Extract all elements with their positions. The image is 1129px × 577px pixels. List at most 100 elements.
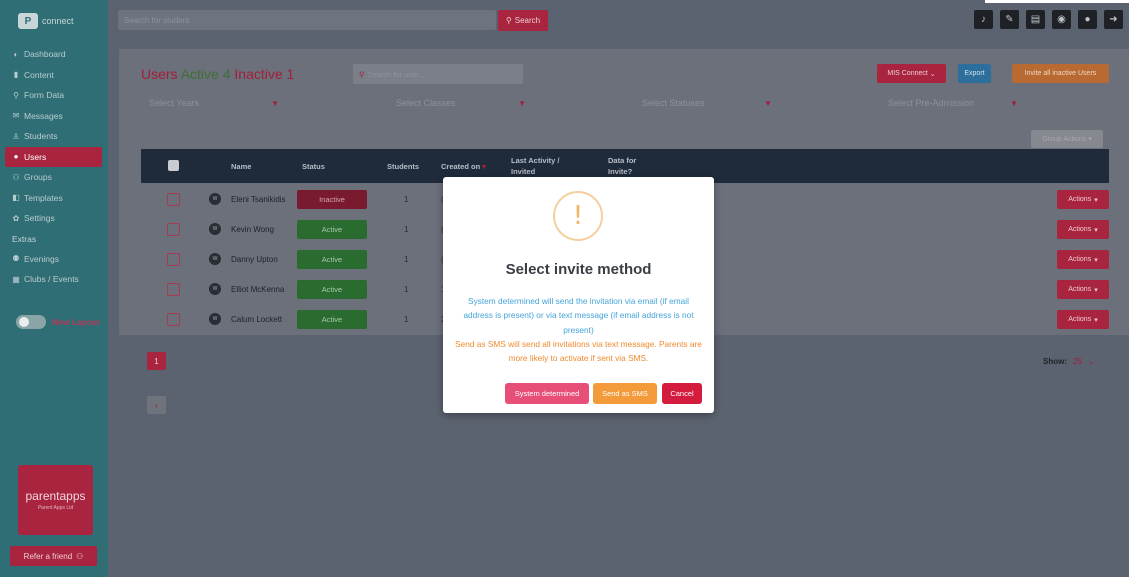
select-all-checkbox[interactable] bbox=[168, 160, 179, 171]
parentapps-logo: parentapps Parent Apps Ltd bbox=[18, 465, 93, 535]
user-name[interactable]: Eleni Tsanikidis bbox=[231, 195, 286, 204]
status-badge: Active bbox=[297, 250, 367, 269]
system-determined-button[interactable]: System determined bbox=[505, 383, 589, 404]
topbar: Search for student ⚲ Search ♪ ✎ ▤ ◉ ● ➜ bbox=[108, 0, 1129, 40]
user-edit-icon[interactable]: ✎ bbox=[1000, 10, 1019, 29]
user-name[interactable]: Elliot McKenna bbox=[231, 285, 284, 294]
current-page-button[interactable]: 1 bbox=[147, 352, 166, 370]
status-badge: Inactive bbox=[297, 190, 367, 209]
groups-icon: ⚇ bbox=[12, 172, 20, 182]
col-created[interactable]: Created on ▾ bbox=[441, 162, 486, 171]
invite-method-modal: ! Select invite method System determined… bbox=[443, 177, 714, 413]
user-name[interactable]: Calum Lockett bbox=[231, 315, 282, 324]
actions-label: Actions bbox=[1068, 256, 1092, 263]
search-icon: ⚲ bbox=[505, 16, 512, 25]
people-icon: ⚇ bbox=[76, 551, 84, 561]
invite-inactive-button[interactable]: Invite all inactive Users bbox=[1012, 64, 1109, 83]
sidebar-item-clubs-events[interactable]: ▦ Clubs / Events bbox=[0, 269, 108, 290]
sidebar-item-templates[interactable]: ◧ Templates bbox=[0, 188, 108, 209]
actions-button[interactable]: Actions ▾ bbox=[1057, 310, 1109, 329]
id-card-icon[interactable]: ▤ bbox=[1026, 10, 1045, 29]
user-search-input[interactable]: ⚲ Search for user... bbox=[353, 64, 523, 84]
caret-down-icon: ▼ bbox=[1010, 98, 1018, 108]
people-icon: ⚉ bbox=[12, 254, 20, 264]
modal-sms-description: Send as SMS will send all invitations vi… bbox=[455, 338, 702, 364]
select-classes[interactable]: Select Classes ▼ bbox=[396, 95, 526, 111]
page-title: Users Active 4 Inactive 1 bbox=[141, 66, 294, 82]
search-button[interactable]: ⚲ Search bbox=[498, 10, 548, 31]
sidebar-item-label: Templates bbox=[24, 192, 63, 203]
calendar-icon: ▦ bbox=[12, 274, 20, 284]
logout-icon[interactable]: ➜ bbox=[1104, 10, 1123, 29]
export-button[interactable]: Export bbox=[958, 64, 991, 83]
logo-icon: P bbox=[18, 13, 38, 29]
row-checkbox[interactable] bbox=[167, 283, 180, 296]
row-checkbox[interactable] bbox=[167, 313, 180, 326]
send-as-sms-button[interactable]: Send as SMS bbox=[593, 383, 657, 404]
sidebar-item-students[interactable]: ♙ Students bbox=[0, 126, 108, 147]
sidebar-item-groups[interactable]: ⚇ Groups bbox=[0, 167, 108, 188]
form-icon: ⚲ bbox=[13, 90, 19, 100]
actions-button[interactable]: Actions ▾ bbox=[1057, 280, 1109, 299]
caret-down-icon: ▼ bbox=[518, 98, 526, 108]
actions-label: Actions bbox=[1068, 226, 1092, 233]
row-checkbox[interactable] bbox=[167, 253, 180, 266]
support-icon[interactable]: ◉ bbox=[1052, 10, 1071, 29]
sidebar-item-content[interactable]: ▮ Content bbox=[0, 65, 108, 86]
content-icon: ▮ bbox=[13, 70, 19, 80]
status-badge: Active bbox=[297, 310, 367, 329]
user-name[interactable]: Danny Upton bbox=[231, 255, 278, 264]
col-name[interactable]: Name bbox=[231, 162, 251, 171]
new-layout-toggle[interactable] bbox=[16, 315, 46, 329]
sidebar-item-messages[interactable]: ✉ Messages bbox=[0, 106, 108, 127]
account-icon[interactable]: ● bbox=[1078, 10, 1097, 29]
pagination: « ‹ 1 bbox=[147, 352, 166, 414]
warning-icon: ! bbox=[553, 191, 603, 241]
sidebar-item-settings[interactable]: ✿ Settings bbox=[0, 208, 108, 229]
actions-button[interactable]: Actions ▾ bbox=[1057, 220, 1109, 239]
cancel-button[interactable]: Cancel bbox=[662, 383, 702, 404]
logo-text: connect bbox=[42, 16, 74, 26]
select-statuses[interactable]: Select Statuses ▼ bbox=[642, 95, 772, 111]
page-size-selector[interactable]: Show: 25 ⌄ bbox=[1043, 357, 1095, 366]
col-students[interactable]: Students bbox=[387, 162, 419, 171]
sidebar-item-users[interactable]: ● Users bbox=[5, 146, 102, 167]
sidebar-item-label: Students bbox=[24, 131, 58, 142]
row-checkbox[interactable] bbox=[167, 193, 180, 206]
caret-down-icon: ▾ bbox=[1094, 226, 1098, 234]
logo[interactable]: P connect bbox=[14, 10, 94, 32]
sidebar-item-form-data[interactable]: ⚲ Form Data bbox=[0, 85, 108, 106]
extras-heading: Extras bbox=[12, 233, 37, 244]
students-count: 1 bbox=[404, 225, 409, 234]
select-pre-admission[interactable]: Select Pre-Admission ▼ bbox=[888, 95, 1018, 111]
parentapps-name: parentapps bbox=[25, 489, 86, 503]
sidebar-item-label: Dashboard bbox=[24, 49, 66, 60]
user-search-placeholder: Search for user... bbox=[367, 69, 425, 79]
sidebar-item-dashboard[interactable]: ◐ Dashboard bbox=[0, 44, 108, 65]
avatar: W bbox=[209, 313, 221, 325]
sidebar-item-evenings[interactable]: ⚉ Evenings bbox=[0, 249, 108, 270]
select-years-label: Select Years bbox=[149, 98, 200, 108]
user-name[interactable]: Kevin Wong bbox=[231, 225, 274, 234]
template-icon: ◧ bbox=[12, 193, 20, 203]
select-classes-label: Select Classes bbox=[396, 98, 456, 108]
group-actions-button[interactable]: Group Actions ▾ bbox=[1031, 130, 1103, 148]
row-checkbox[interactable] bbox=[167, 223, 180, 236]
search-icon: ⚲ bbox=[359, 69, 365, 79]
student-search-input[interactable]: Search for student bbox=[118, 10, 496, 30]
envelope-icon: ✉ bbox=[12, 111, 20, 121]
group-actions-label: Group Actions bbox=[1042, 135, 1087, 143]
actions-button[interactable]: Actions ▾ bbox=[1057, 250, 1109, 269]
col-status[interactable]: Status bbox=[302, 162, 325, 171]
col-last-activity[interactable]: Last Activity / Invited bbox=[511, 155, 581, 177]
actions-button[interactable]: Actions ▾ bbox=[1057, 190, 1109, 209]
refer-friend-button[interactable]: Refer a friend ⚇ bbox=[10, 546, 97, 566]
bell-icon[interactable]: ♪ bbox=[974, 10, 993, 29]
prev-page-button[interactable]: ‹ bbox=[147, 396, 166, 414]
actions-label: Actions bbox=[1068, 316, 1092, 323]
chevron-down-icon: ⌄ bbox=[1087, 357, 1095, 366]
select-years[interactable]: Select Years ▼ bbox=[149, 95, 279, 111]
mis-connect-button[interactable]: MIS Connect ⌄ bbox=[877, 64, 946, 83]
top-strip bbox=[985, 0, 1129, 3]
col-data-for-invite[interactable]: Data for Invite? bbox=[608, 155, 658, 177]
